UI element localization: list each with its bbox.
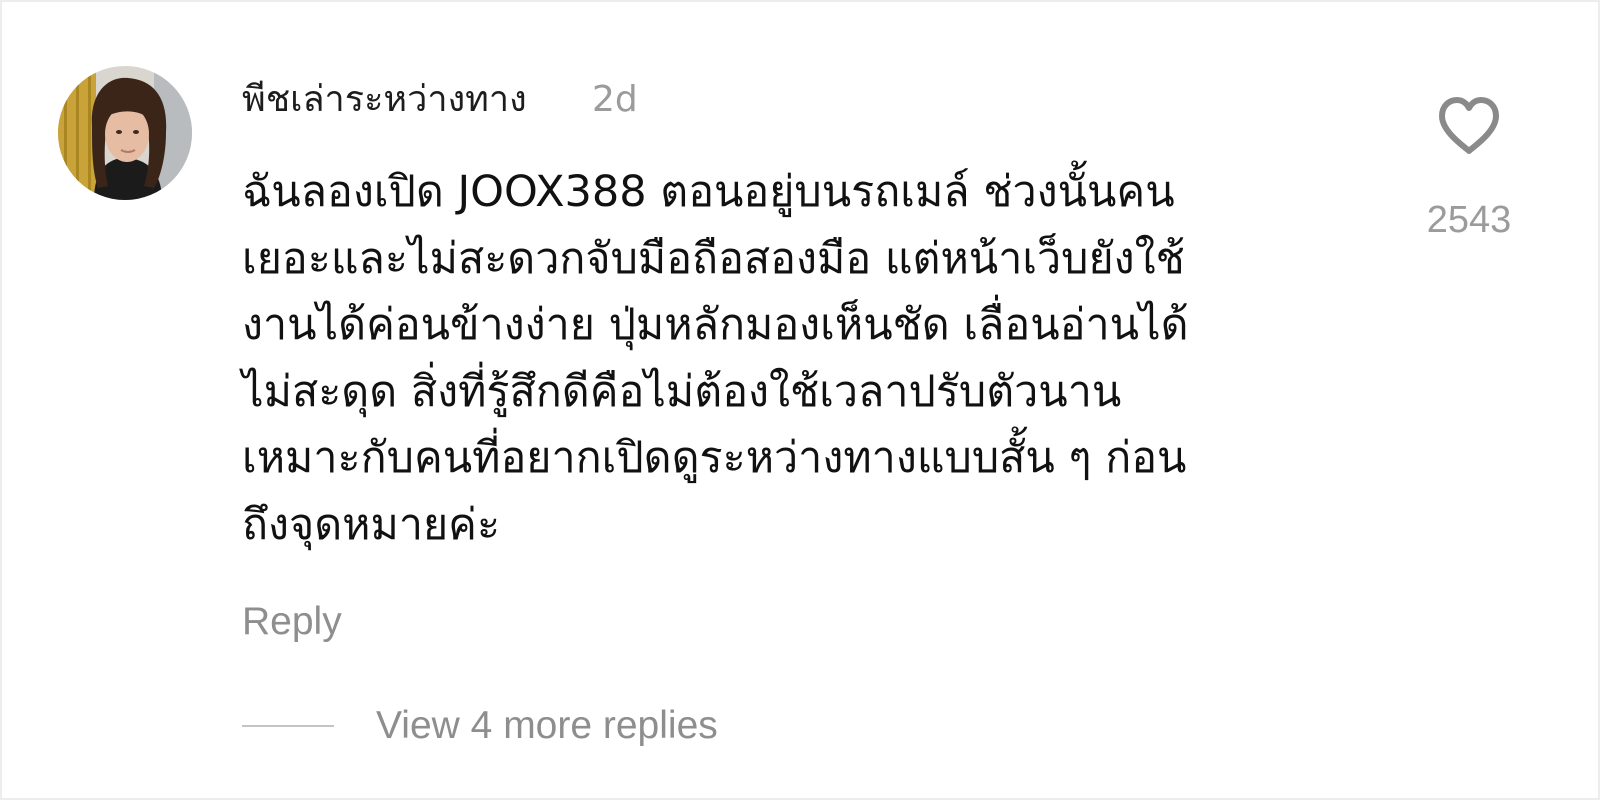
reply-button[interactable]: Reply [242, 598, 342, 646]
heart-outline-icon [1439, 97, 1499, 154]
avatar-image [58, 66, 192, 200]
avatar[interactable] [58, 66, 192, 200]
comment-timestamp: 2d [592, 79, 638, 120]
comment-body-line: เยอะและไม่สะดวกจับมือถือสองมือ แต่หน้าเว… [242, 233, 1185, 284]
comment-body-line: เหมาะกับคนที่อยากเปิดดูระหว่างทางแบบสั้น… [242, 433, 1187, 483]
comment-username[interactable]: พีชเล่าระหว่างทาง [242, 76, 527, 124]
comment-card: พีชเล่าระหว่างทาง 2d ฉันลองเปิด JOOX388 … [2, 2, 1598, 798]
comment-body-line: ไม่สะดุด สิ่งที่รู้สึกดีคือไม่ต้องใช้เวล… [242, 366, 1122, 417]
view-more-replies-button[interactable]: View 4 more replies [242, 702, 718, 750]
comment-body-line: งานได้ค่อนข้างง่าย ปุ่มหลักมองเห็นชัด เล… [242, 300, 1189, 350]
comment-body-line: ฉันลองเปิด JOOX388 ตอนอยู่บนรถเมล์ ช่วงน… [242, 167, 1175, 217]
comment-body-line: ถึงจุดหมายค่ะ [242, 499, 501, 550]
like-button[interactable] [1436, 96, 1502, 156]
replies-divider [242, 725, 334, 727]
comment-body: ฉันลองเปิด JOOX388 ตอนอยู่บนรถเมล์ ช่วงน… [242, 159, 1337, 558]
view-more-replies-label: View 4 more replies [376, 704, 718, 747]
like-count: 2543 [1426, 199, 1512, 241]
